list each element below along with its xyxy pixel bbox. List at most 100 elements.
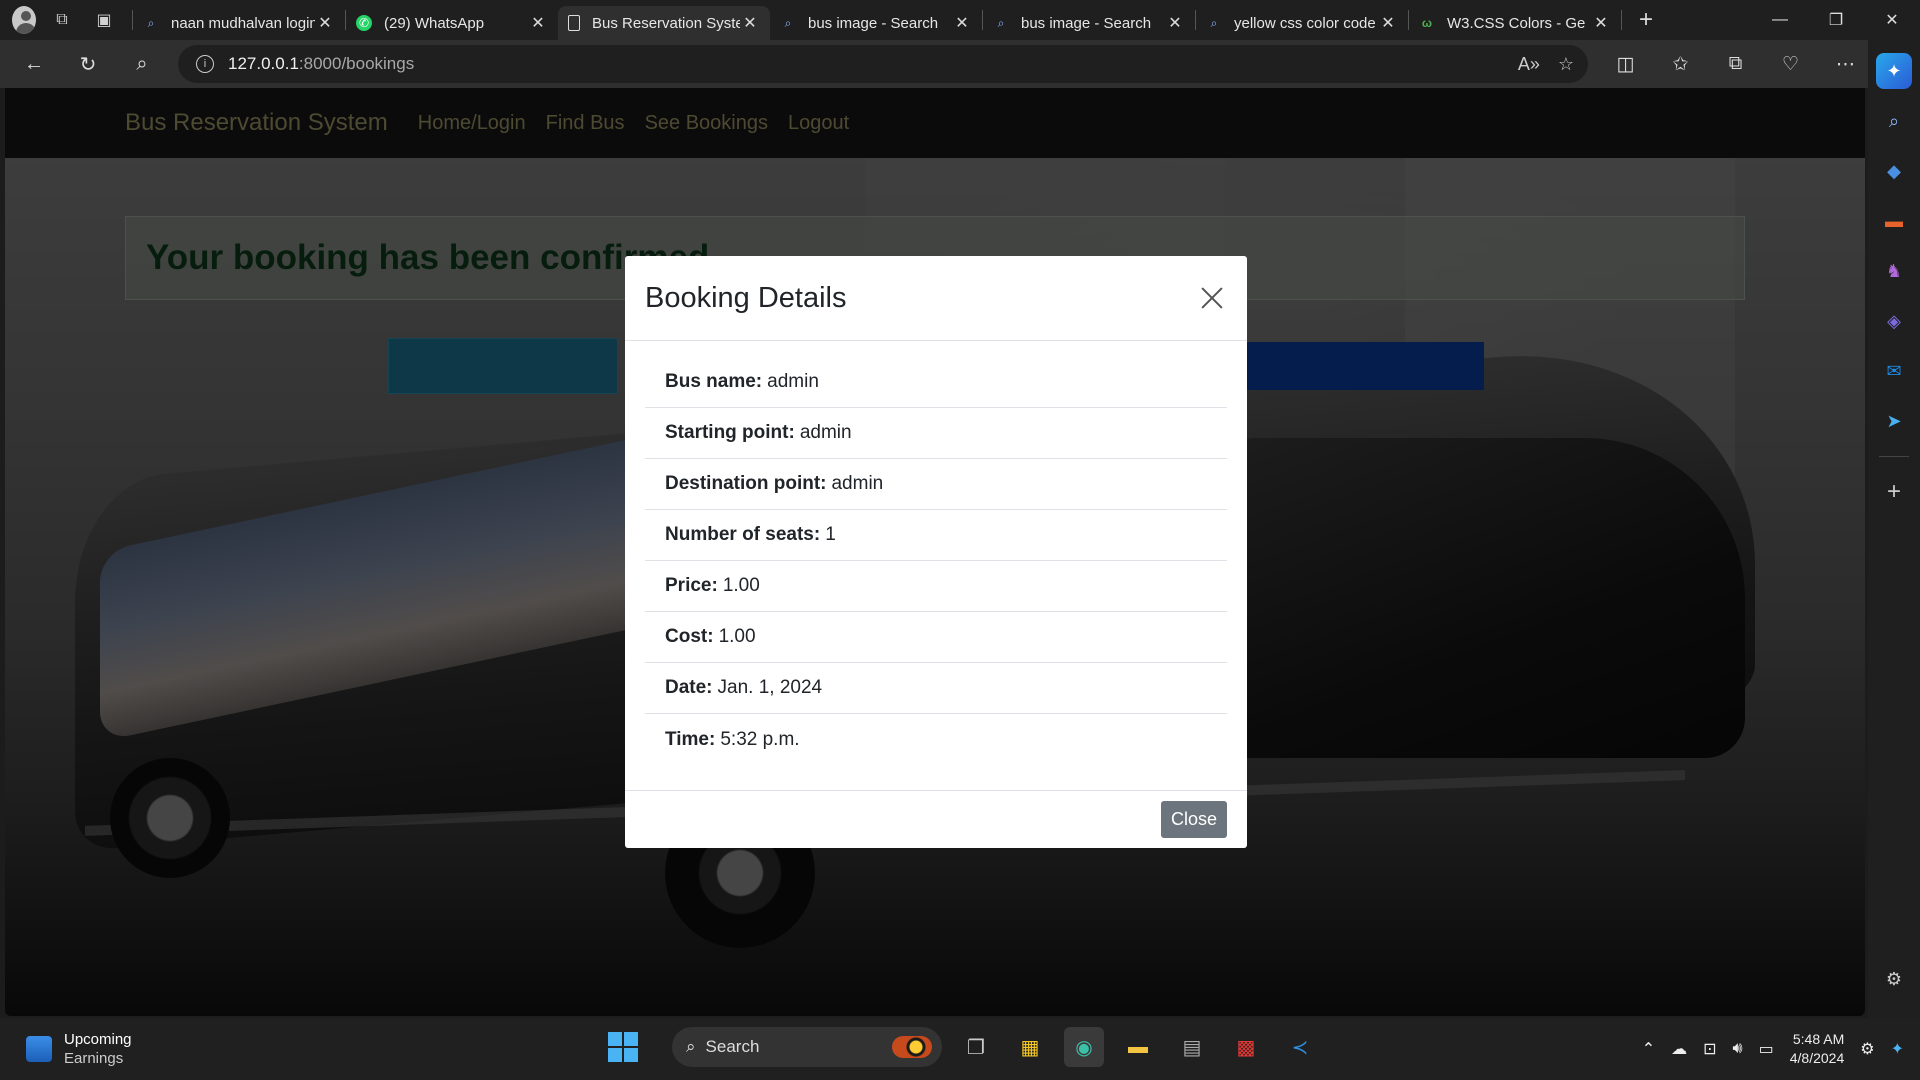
clock[interactable]: 5:48 AM 4/8/2024 — [1790, 1030, 1845, 1068]
tab-5[interactable]: ⌕ yellow css color code ✕ — [1196, 6, 1408, 40]
refresh-icon[interactable]: ↻ — [68, 46, 108, 82]
tab-6[interactable]: ω W3.CSS Colors - Ge ✕ — [1409, 6, 1621, 40]
modal-title: Booking Details — [645, 281, 847, 314]
microsoft-store-icon[interactable]: ▦ — [1010, 1027, 1050, 1067]
detail-bus-name: Bus name: admin — [645, 357, 1227, 408]
browser-essentials-icon[interactable]: ♡ — [1763, 53, 1818, 76]
add-icon[interactable]: + — [1876, 474, 1912, 510]
url-host: 127.0.0.1 — [228, 54, 299, 73]
network-icon[interactable]: ⊡ — [1703, 1039, 1716, 1059]
volume-icon[interactable]: 🔊︎ — [1733, 1040, 1743, 1058]
system-tray: ⌃ ☁ ⊡ 🔊︎ ▭ 5:48 AM 4/8/2024 ⚙ ✦ — [1642, 1018, 1904, 1080]
detail-value: admin — [799, 422, 852, 443]
tab-list: ⌕ naan mudhalvan login ✕ ✆ (29) WhatsApp… — [132, 0, 1664, 40]
whatsapp-icon: ✆ — [356, 15, 372, 31]
search-icon: ⌕ — [686, 1037, 696, 1056]
close-window-icon[interactable]: ✕ — [1864, 0, 1920, 40]
gear-icon[interactable]: ⚙ — [1876, 961, 1912, 997]
detail-value: Jan. 1, 2024 — [717, 677, 823, 698]
collections-icon[interactable]: ⧉ — [1708, 53, 1763, 76]
detail-value: 5:32 p.m. — [720, 728, 800, 750]
favorites-icon[interactable]: ✩ — [1653, 53, 1708, 76]
chevron-up-icon[interactable]: ⌃ — [1642, 1039, 1655, 1059]
read-aloud-icon[interactable]: A» — [1518, 54, 1540, 75]
close-tab-icon[interactable]: ✕ — [315, 13, 335, 33]
tab-1[interactable]: ✆ (29) WhatsApp ✕ — [346, 6, 558, 40]
widgets-button[interactable]: Upcoming Earnings — [26, 1030, 132, 1068]
search-icon[interactable]: ⌕ — [1876, 103, 1912, 139]
outlook-icon[interactable]: ✉ — [1876, 353, 1912, 389]
tab-title: bus image - Search — [1021, 14, 1152, 32]
windows-taskbar: Upcoming Earnings ⌕ Search ❐ ▦ ◉ ▬ ▤ ▩ ≺… — [0, 1018, 1920, 1080]
widget-subtitle: Earnings — [64, 1050, 124, 1067]
detail-value: 1.00 — [722, 575, 760, 596]
detail-label: Time: — [665, 728, 716, 750]
copilot-icon[interactable]: ✦ — [1891, 1039, 1904, 1059]
tools-icon[interactable]: ▬ — [1876, 203, 1912, 239]
restore-icon[interactable]: ❐ — [1808, 0, 1864, 40]
close-tab-icon[interactable]: ✕ — [528, 13, 548, 33]
tab-actions-icon[interactable]: ▣ — [86, 2, 122, 38]
sidebar-divider — [1879, 456, 1909, 457]
w3-icon: ω — [1421, 16, 1433, 30]
taskbar-search[interactable]: ⌕ Search — [672, 1027, 942, 1067]
search-icon: ⌕ — [1210, 15, 1218, 30]
tab-2[interactable]: Bus Reservation System ✕ — [558, 6, 770, 40]
address-bar[interactable]: i 127.0.0.1:8000/bookings A» ☆ — [178, 45, 1588, 83]
notification-icon[interactable]: ⚙ — [1860, 1039, 1874, 1059]
close-tab-icon[interactable]: ✕ — [1165, 13, 1185, 33]
detail-label: Price: — [665, 575, 718, 596]
battery-icon[interactable]: ▭ — [1759, 1039, 1774, 1059]
workspaces-icon[interactable]: ⧉ — [44, 2, 80, 38]
onedrive-cloud-icon[interactable]: ☁ — [1671, 1039, 1687, 1059]
close-tab-icon[interactable]: ✕ — [740, 13, 760, 33]
copilot-icon[interactable]: ✦ — [1876, 53, 1912, 89]
window-controls: — ❐ ✕ — [1752, 0, 1920, 40]
close-tab-icon[interactable]: ✕ — [1378, 13, 1398, 33]
drop-icon[interactable]: ➤ — [1876, 403, 1912, 439]
tab-3[interactable]: ⌕ bus image - Search ✕ — [770, 6, 982, 40]
calculator-icon[interactable]: ▤ — [1172, 1027, 1212, 1067]
widget-text: Upcoming Earnings — [64, 1030, 132, 1068]
tab-title: yellow css color code — [1234, 14, 1376, 32]
clock-date: 4/8/2024 — [1789, 1050, 1845, 1066]
tab-title: naan mudhalvan login — [171, 14, 315, 32]
close-tab-icon[interactable]: ✕ — [952, 13, 972, 33]
color-app-icon[interactable]: ▩ — [1226, 1027, 1266, 1067]
detail-date: Date: Jan. 1, 2024 — [645, 663, 1227, 714]
profile-button[interactable] — [0, 2, 36, 38]
minimize-icon[interactable]: — — [1752, 0, 1808, 40]
tab-0[interactable]: ⌕ naan mudhalvan login ✕ — [133, 6, 345, 40]
file-explorer-icon[interactable]: ▬ — [1118, 1027, 1158, 1067]
tab-title: (29) WhatsApp — [384, 14, 485, 32]
split-screen-icon[interactable]: ◫ — [1598, 53, 1653, 76]
detail-value: admin — [767, 371, 819, 392]
modal-body: Bus name: admin Starting point: admin Dest… — [625, 341, 1247, 777]
booking-details-modal: Booking Details Bus name: admin Starting … — [625, 256, 1247, 848]
new-tab-button[interactable]: + — [1628, 2, 1664, 38]
search-icon: ⌕ — [784, 15, 792, 30]
taskbar-apps: ⌕ Search ❐ ▦ ◉ ▬ ▤ ▩ ≺ — [608, 1027, 1320, 1067]
search-icon[interactable]: ⌕ — [122, 46, 162, 82]
games-icon[interactable]: ♞ — [1876, 253, 1912, 289]
close-button[interactable]: Close — [1160, 801, 1227, 838]
microsoft-365-icon[interactable]: ◈ — [1876, 303, 1912, 339]
address-bar-actions: A» ☆ — [1518, 54, 1574, 75]
tab-divider — [1621, 10, 1622, 30]
vscode-icon[interactable]: ≺ — [1280, 1027, 1320, 1067]
tab-4[interactable]: ⌕ bus image - Search ✕ — [983, 6, 1195, 40]
edge-browser-icon[interactable]: ◉ — [1064, 1027, 1104, 1067]
tab-title: bus image - Search — [808, 14, 939, 32]
windows-start-icon[interactable] — [608, 1032, 638, 1062]
close-tab-icon[interactable]: ✕ — [1591, 13, 1611, 33]
site-info-icon[interactable]: i — [196, 55, 214, 73]
search-highlight-icon — [892, 1036, 932, 1058]
detail-label: Bus name: — [665, 371, 763, 392]
more-menu-icon[interactable]: ⋯ — [1818, 53, 1873, 76]
edge-sidebar: ✦ ⌕ ◆ ▬ ♞ ◈ ✉ ➤ + ⚙ — [1868, 40, 1920, 1018]
close-icon[interactable] — [1197, 283, 1227, 313]
back-arrow-icon[interactable]: ← — [14, 46, 54, 82]
shopping-tag-icon[interactable]: ◆ — [1876, 153, 1912, 189]
favorite-star-icon[interactable]: ☆ — [1558, 54, 1574, 75]
task-view-icon[interactable]: ❐ — [956, 1027, 996, 1067]
